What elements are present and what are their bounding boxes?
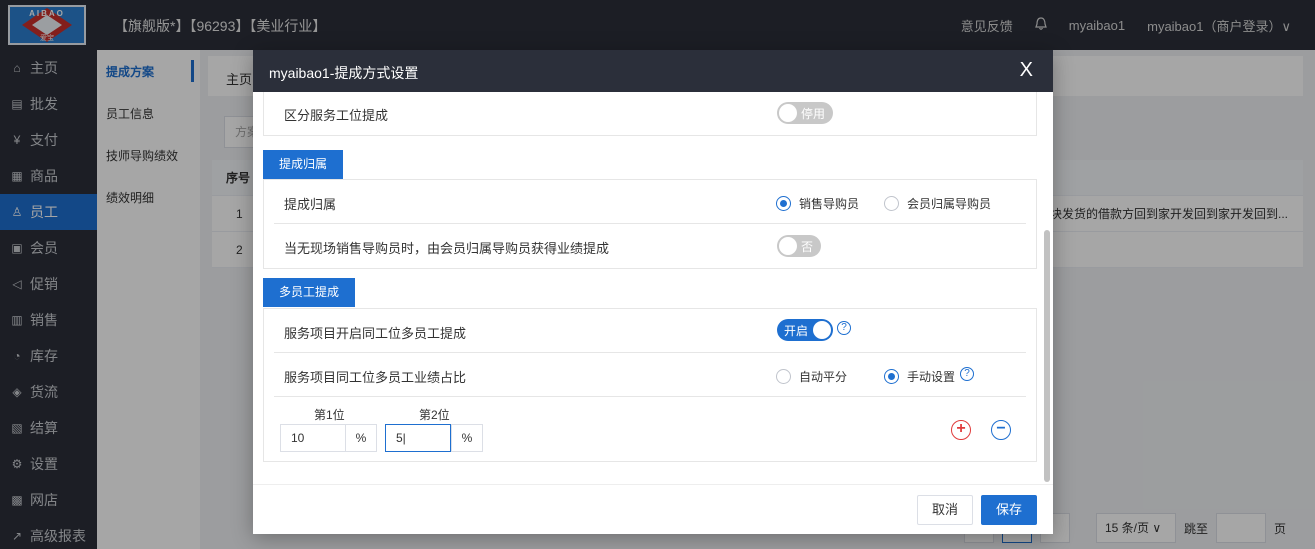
radio-manual-set[interactable]: 手动设置 — [884, 368, 955, 385]
radio-dot — [776, 369, 791, 384]
position-2-unit: % — [451, 424, 483, 452]
radio-sales-guide[interactable]: 销售导购员 — [776, 195, 859, 212]
no-sales-guide-switch[interactable]: 否 — [777, 235, 821, 257]
multi-staff-panel: 服务项目开启同工位多员工提成 开启 ? 服务项目同工位多员工业绩占比 自动平分 … — [263, 308, 1037, 462]
service-position-label: 区分服务工位提成 — [284, 108, 389, 123]
position-2-ratio-input[interactable]: 5| — [385, 424, 451, 452]
add-position-icon[interactable]: + — [951, 420, 971, 440]
modal-title: myaibao1-提成方式设置 — [269, 65, 419, 81]
save-button[interactable]: 保存 — [981, 495, 1037, 525]
no-sales-guide-label: 当无现场销售导购员时，由会员归属导购员获得业绩提成 — [284, 241, 610, 256]
section-attribution: 提成归属 — [263, 150, 344, 179]
radio-label: 手动设置 — [907, 370, 956, 384]
radio-label: 会员归属导购员 — [907, 197, 992, 211]
radio-auto-split[interactable]: 自动平分 — [776, 368, 847, 385]
service-position-panel: 区分服务工位提成 停用 — [263, 92, 1037, 136]
modal-footer: 取消 保存 — [253, 484, 1053, 534]
switch-knob — [779, 104, 797, 122]
switch-knob — [779, 237, 797, 255]
modal-header: myaibao1-提成方式设置 X — [253, 50, 1053, 92]
radio-dot — [884, 369, 899, 384]
position-1-label: 第1位 — [314, 408, 345, 422]
switch-knob — [813, 321, 831, 339]
multi-enable-row: 服务项目开启同工位多员工提成 开启 ? — [274, 309, 1026, 353]
radio-dot — [776, 196, 791, 211]
position-2-label: 第2位 — [419, 408, 450, 422]
close-icon[interactable]: X — [1020, 59, 1033, 82]
radio-member-guide[interactable]: 会员归属导购员 — [884, 195, 991, 212]
modal-body: 区分服务工位提成 停用 提成归属 提成归属 销售导购员 会员归属导购员 当无现场… — [253, 92, 1053, 484]
radio-label: 销售导购员 — [799, 197, 860, 211]
switch-text: 否 — [801, 240, 814, 254]
switch-text: 停用 — [801, 107, 826, 121]
attribution-label: 提成归属 — [284, 197, 337, 212]
switch-text: 开启 — [784, 324, 809, 338]
attribution-panel: 提成归属 销售导购员 会员归属导购员 当无现场销售导购员时，由会员归属导购员获得… — [263, 179, 1037, 269]
multi-enable-label: 服务项目开启同工位多员工提成 — [284, 326, 467, 341]
modal-scrollbar[interactable] — [1044, 230, 1050, 482]
position-1-ratio-input[interactable]: 10 — [280, 424, 346, 452]
help-icon[interactable]: ? — [960, 367, 974, 381]
ratio-label: 服务项目同工位多员工业绩占比 — [284, 370, 467, 385]
radio-dot — [884, 196, 899, 211]
position-1-unit: % — [345, 424, 377, 452]
remove-position-icon[interactable]: − — [991, 420, 1011, 440]
ratio-row: 服务项目同工位多员工业绩占比 自动平分 手动设置 ? — [274, 353, 1026, 397]
service-position-row: 区分服务工位提成 停用 — [274, 92, 1026, 135]
cancel-button[interactable]: 取消 — [917, 495, 973, 525]
help-icon[interactable]: ? — [837, 321, 851, 335]
attribution-row: 提成归属 销售导购员 会员归属导购员 — [274, 180, 1026, 224]
multi-enable-switch[interactable]: 开启 — [777, 319, 833, 341]
no-sales-guide-row: 当无现场销售导购员时，由会员归属导购员获得业绩提成 否 — [274, 224, 1026, 268]
service-position-switch[interactable]: 停用 — [777, 102, 833, 124]
radio-label: 自动平分 — [799, 370, 848, 384]
section-multi-staff: 多员工提成 — [263, 278, 356, 307]
commission-settings-modal: myaibao1-提成方式设置 X 区分服务工位提成 停用 提成归属 提成归属 … — [253, 50, 1053, 534]
